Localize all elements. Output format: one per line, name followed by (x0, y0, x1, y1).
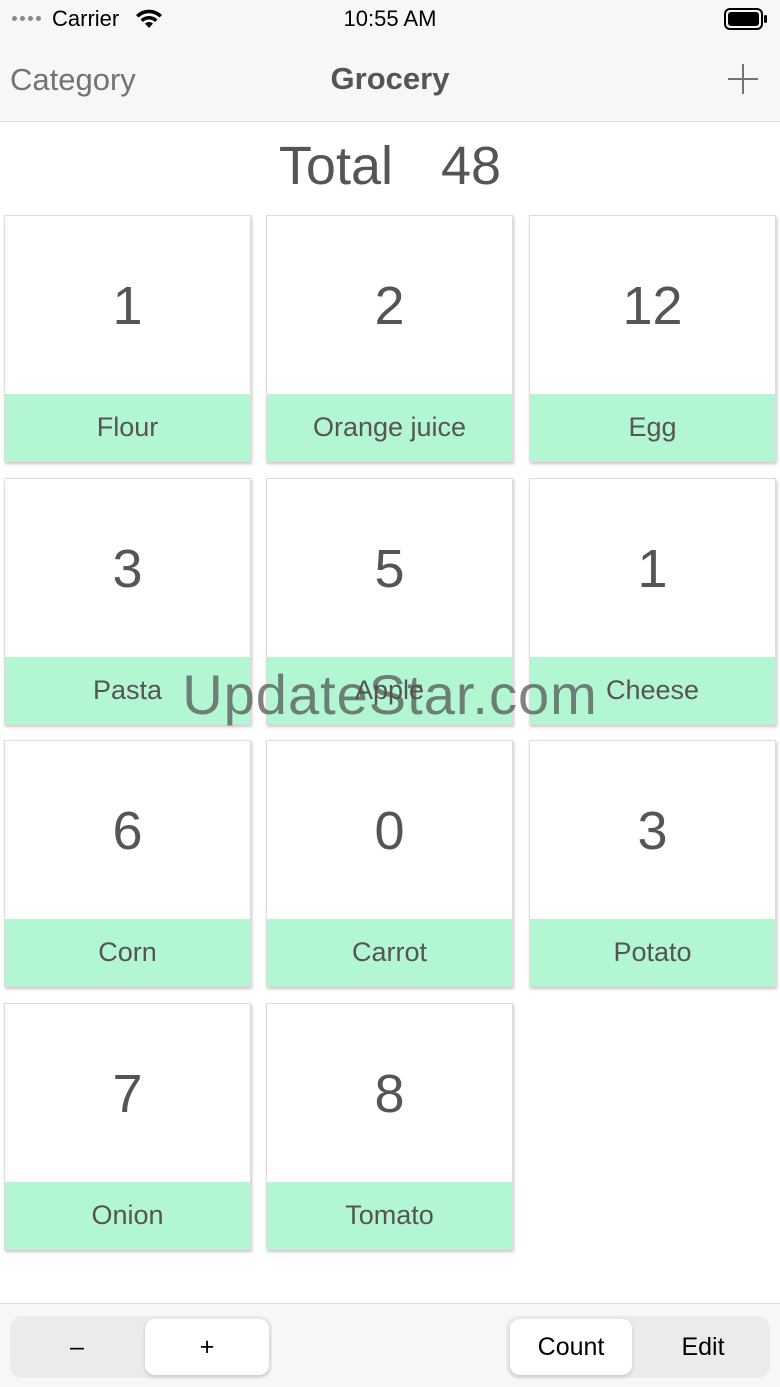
status-time: 10:55 AM (343, 6, 437, 31)
item-tile[interactable]: 7 Onion (4, 1003, 251, 1250)
mode-segmented-control: Count Edit (506, 1316, 770, 1378)
status-bar: Carrier 10:55 AM (0, 0, 780, 40)
item-tile[interactable]: 3 Potato (529, 740, 776, 987)
step-segmented-control: – + (10, 1316, 272, 1378)
item-count: 0 (374, 800, 405, 861)
item-name: Orange juice (267, 394, 512, 461)
item-count: 2 (374, 275, 405, 336)
total-value: 48 (441, 136, 502, 196)
screen: Carrier 10:55 AM Category Grocery Total … (0, 0, 780, 1387)
item-count: 12 (622, 275, 683, 336)
item-count: 1 (637, 538, 668, 599)
item-tile[interactable]: 1 Flour (4, 215, 251, 462)
battery-icon (724, 8, 767, 30)
item-tile[interactable]: 5 Apple (266, 478, 513, 725)
item-count: 5 (374, 538, 405, 599)
item-name: Carrot (267, 919, 512, 986)
item-count: 3 (112, 538, 143, 599)
item-tile[interactable]: 1 Cheese (529, 478, 776, 725)
item-tile[interactable]: 12 Egg (529, 215, 776, 462)
total-summary: Total 48 (0, 134, 780, 198)
item-name: Pasta (5, 657, 250, 724)
item-count: 7 (112, 1063, 143, 1124)
item-name: Onion (5, 1182, 250, 1249)
item-tile[interactable]: 6 Corn (4, 740, 251, 987)
item-count: 1 (112, 275, 143, 336)
item-name: Corn (5, 919, 250, 986)
increment-button[interactable]: + (145, 1319, 269, 1375)
item-tile[interactable]: 0 Carrot (266, 740, 513, 987)
total-label: Total (278, 136, 393, 196)
item-name: Apple (267, 657, 512, 724)
navigation-bar: Category Grocery (0, 40, 780, 122)
item-count: 3 (637, 800, 668, 861)
plus-icon[interactable] (726, 62, 760, 96)
page-title: Grocery (330, 61, 450, 96)
count-mode-button[interactable]: Count (510, 1319, 632, 1375)
item-tile[interactable]: 2 Orange juice (266, 215, 513, 462)
decrement-button[interactable]: – (13, 1319, 141, 1375)
item-name: Tomato (267, 1182, 512, 1249)
item-name: Egg (530, 394, 775, 461)
bottom-toolbar: – + Count Edit (0, 1303, 780, 1387)
item-tile[interactable]: 8 Tomato (266, 1003, 513, 1250)
item-tile[interactable]: 3 Pasta (4, 478, 251, 725)
item-count: 6 (112, 800, 143, 861)
edit-mode-button[interactable]: Edit (640, 1319, 766, 1375)
item-name: Potato (530, 919, 775, 986)
item-count: 8 (374, 1063, 405, 1124)
item-name: Cheese (530, 657, 775, 724)
item-name: Flour (5, 394, 250, 461)
